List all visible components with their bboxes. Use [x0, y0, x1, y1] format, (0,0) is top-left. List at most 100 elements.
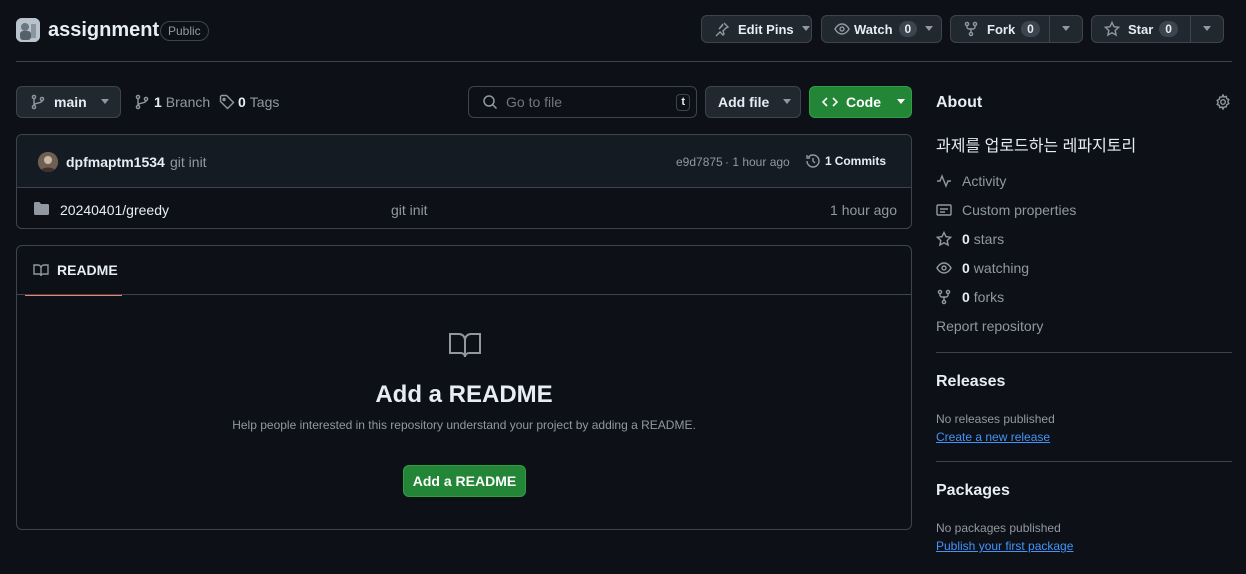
fork-icon — [936, 289, 952, 305]
repo-name[interactable]: assignment — [48, 19, 159, 42]
header-divider — [16, 61, 1232, 62]
tab-readme[interactable]: README — [25, 246, 122, 296]
repo-description: 과제를 업로드하는 레파지토리 — [936, 138, 1137, 155]
forks-label: forks — [973, 289, 1005, 305]
git-branch-icon — [30, 94, 46, 110]
commit-time: · 1 hour ago — [725, 155, 790, 169]
fork-count: 0 — [1021, 21, 1040, 37]
chevron-down-icon — [801, 26, 810, 32]
sidebar-divider — [936, 352, 1232, 353]
book-icon — [448, 331, 482, 359]
watch-label: Watch — [854, 21, 893, 37]
custom-properties-label: Custom properties — [962, 202, 1077, 218]
file-name[interactable]: 20240401/greedy — [60, 202, 169, 218]
note-icon — [936, 202, 952, 218]
create-release-link[interactable]: Create a new release — [936, 430, 1050, 444]
eye-icon — [834, 21, 850, 37]
branches-label: Branch — [165, 94, 211, 110]
gear-icon[interactable] — [1215, 94, 1231, 110]
readme-heading: Add a README — [375, 381, 553, 408]
report-repository-link[interactable]: Report repository — [936, 318, 1043, 334]
stars-label: stars — [973, 231, 1005, 247]
star-count: 0 — [1159, 21, 1178, 37]
chevron-down-icon — [925, 26, 934, 32]
history-icon — [805, 153, 821, 169]
commit-message[interactable]: git init — [170, 154, 207, 170]
watching-text: 0 watching — [962, 260, 1029, 276]
stars-link[interactable]: 0 stars — [936, 231, 1004, 247]
activity-label: Activity — [962, 173, 1007, 189]
folder-icon — [33, 201, 50, 216]
fork-dropdown-icon[interactable] — [1062, 26, 1070, 32]
avatar[interactable] — [38, 152, 58, 172]
watch-count: 0 — [898, 21, 918, 37]
file-time: 1 hour ago — [830, 202, 897, 218]
visibility-badge: Public — [160, 21, 209, 41]
keyboard-shortcut-hint: t — [676, 94, 690, 111]
activity-link[interactable]: Activity — [936, 173, 1006, 189]
forks-link[interactable]: 0 forks — [936, 289, 1004, 305]
add-file-button[interactable]: Add file — [705, 86, 801, 118]
commits-count: 1 — [825, 154, 832, 168]
file-table: dpfmaptm1534 git init e9d7875 · 1 hour a… — [16, 134, 912, 229]
pin-icon — [714, 21, 730, 37]
commit-author[interactable]: dpfmaptm1534 — [66, 154, 165, 170]
latest-commit-bar: dpfmaptm1534 git init e9d7875 · 1 hour a… — [17, 135, 911, 188]
readme-description: Help people interested in this repositor… — [232, 418, 696, 432]
go-to-file-input[interactable] — [506, 94, 666, 110]
branches-link[interactable]: 1 Branch — [134, 94, 210, 110]
chevron-down-icon — [783, 99, 792, 105]
pulse-icon — [936, 173, 952, 189]
edit-pins-button[interactable]: Edit Pins — [701, 15, 812, 43]
packages-title[interactable]: Packages — [936, 482, 1010, 500]
stars-text: 0 stars — [962, 231, 1004, 247]
chevron-down-icon — [897, 99, 905, 105]
branch-name: main — [54, 94, 87, 110]
releases-title[interactable]: Releases — [936, 373, 1005, 391]
code-label: Code — [846, 94, 881, 110]
custom-properties-link[interactable]: Custom properties — [936, 202, 1076, 218]
edit-pins-label: Edit Pins — [738, 21, 794, 37]
tags-count: 0 — [238, 94, 246, 110]
commit-hash[interactable]: e9d7875 — [676, 155, 723, 169]
branch-selector[interactable]: main — [16, 86, 121, 118]
add-readme-button[interactable]: Add a README — [403, 465, 526, 497]
star-dropdown-icon[interactable] — [1203, 26, 1211, 32]
eye-icon — [936, 260, 952, 276]
branches-count: 1 — [154, 94, 162, 110]
watch-button[interactable]: Watch 0 — [821, 15, 942, 43]
star-button[interactable]: Star 0 — [1091, 15, 1224, 43]
commits-label: Commits — [834, 154, 887, 168]
code-button[interactable]: Code — [809, 86, 912, 118]
go-to-file-search[interactable]: t — [468, 86, 697, 118]
file-commit-message[interactable]: git init — [391, 202, 428, 218]
watching-count: 0 — [962, 260, 970, 276]
publish-package-link[interactable]: Publish your first package — [936, 539, 1073, 553]
packages-empty: No packages published — [936, 521, 1061, 535]
fork-icon — [963, 21, 979, 37]
readme-tab-divider — [17, 294, 911, 295]
forks-text: 0 forks — [962, 289, 1004, 305]
readme-tab-label: README — [57, 262, 118, 278]
commits-link[interactable]: 1 Commits — [805, 153, 886, 169]
table-row[interactable]: 20240401/greedy git init 1 hour ago — [17, 188, 911, 228]
watching-label: watching — [973, 260, 1030, 276]
add-file-label: Add file — [718, 94, 770, 110]
repo-avatar[interactable] — [16, 18, 40, 42]
tag-icon — [219, 94, 235, 110]
tags-label: Tags — [249, 94, 280, 110]
stars-count: 0 — [962, 231, 970, 247]
git-branch-icon — [134, 94, 150, 110]
star-icon — [1104, 21, 1120, 37]
forks-count: 0 — [962, 289, 970, 305]
tags-link[interactable]: 0 Tags — [219, 94, 279, 110]
sidebar-divider — [936, 461, 1232, 462]
releases-empty: No releases published — [936, 412, 1055, 426]
watching-link[interactable]: 0 watching — [936, 260, 1029, 276]
star-label: Star — [1128, 21, 1154, 37]
book-icon — [33, 262, 49, 278]
search-icon — [482, 94, 498, 110]
star-icon — [936, 231, 952, 247]
fork-button[interactable]: Fork 0 — [950, 15, 1083, 43]
about-title: About — [936, 94, 983, 111]
